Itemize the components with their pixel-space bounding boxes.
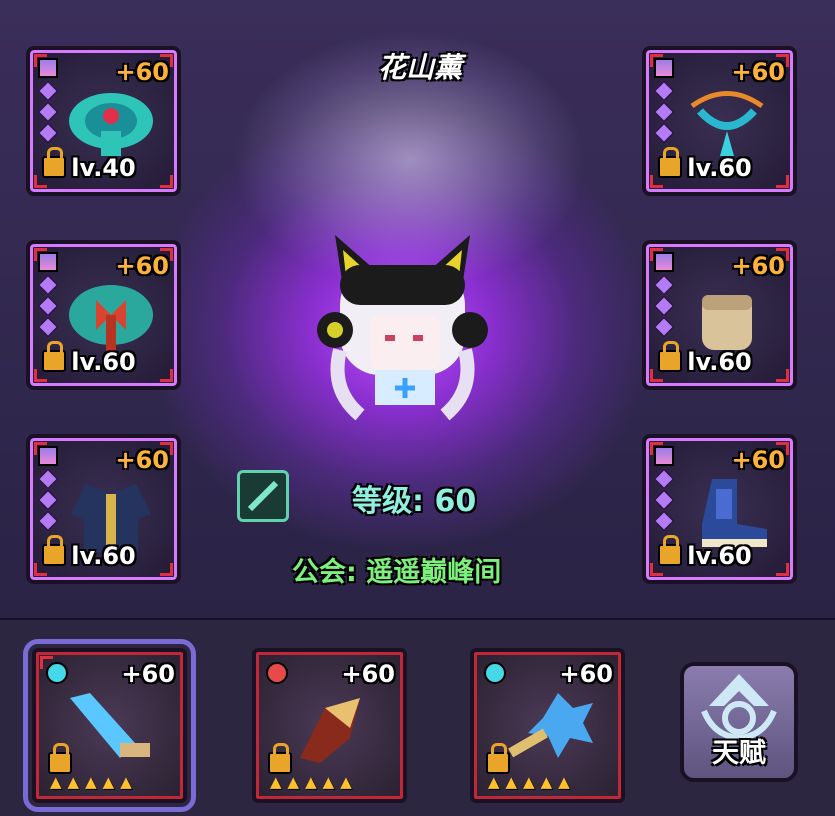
item-level: lv.40 (71, 154, 136, 182)
gem-sockets (36, 58, 60, 146)
weapon-slot-2[interactable]: +60 ▲ ▲ ▲ ▲ ▲ (252, 648, 407, 803)
gem-sockets (36, 446, 60, 534)
equipment-slot-left-3[interactable]: +60 lv.60 (26, 434, 181, 584)
item-level: lv.60 (71, 348, 136, 376)
enhance-level: +60 (121, 660, 175, 688)
item-level: lv.60 (687, 542, 752, 570)
enhance-level: +60 (341, 660, 395, 688)
weapon-slot-3[interactable]: +60 ▲ ▲ ▲ ▲ ▲ (470, 648, 625, 803)
item-level: lv.60 (71, 542, 136, 570)
item-level: lv.60 (687, 348, 752, 376)
flame-gauntlet-icon (300, 698, 360, 763)
enhance-level: +60 (731, 252, 785, 280)
gem-sockets (652, 58, 676, 146)
equipment-slot-right-3[interactable]: +60 lv.60 (642, 434, 797, 584)
character-portrait (317, 235, 488, 421)
frost-mace-icon (508, 693, 593, 758)
character-name: 花山薰 (377, 51, 462, 84)
equipment-slot-left-1[interactable]: +60 lv.40 (26, 46, 181, 196)
guild-name: 公会: 遥遥巅峰间 (292, 557, 502, 588)
enhance-level: +60 (559, 660, 613, 688)
star-rating: ▲ ▲ ▲ ▲ ▲ (50, 773, 132, 791)
weapon-skill-icon[interactable] (237, 470, 289, 522)
enhance-level: +60 (731, 58, 785, 86)
equipment-slot-right-1[interactable]: +60 lv.60 (642, 46, 797, 196)
talent-button[interactable]: 天赋 (680, 662, 798, 782)
enhance-level: +60 (731, 446, 785, 474)
equipment-slot-right-2[interactable]: +60 lv.60 (642, 240, 797, 390)
character-level: 等级: 60 (352, 484, 477, 519)
enhance-level: +60 (115, 252, 169, 280)
weapon-slot-1[interactable]: +60 ▲ ▲ ▲ ▲ ▲ (23, 639, 196, 812)
lock-icon (268, 743, 292, 774)
gem-icon (484, 662, 506, 684)
star-rating: ▲ ▲ ▲ ▲ ▲ (488, 773, 570, 791)
star-rating: ▲ ▲ ▲ ▲ ▲ (270, 773, 352, 791)
talent-label: 天赋 (712, 738, 766, 769)
gem-sockets (652, 252, 676, 340)
equipment-slot-left-2[interactable]: +60 lv.60 (26, 240, 181, 390)
gem-icon (266, 662, 288, 684)
lock-icon (486, 743, 510, 774)
ice-sword-icon (70, 693, 150, 758)
gem-sockets (36, 252, 60, 340)
lock-icon (48, 743, 72, 774)
gem-icon (46, 662, 68, 684)
gem-sockets (652, 446, 676, 534)
enhance-level: +60 (115, 446, 169, 474)
item-level: lv.60 (687, 154, 752, 182)
enhance-level: +60 (115, 58, 169, 86)
